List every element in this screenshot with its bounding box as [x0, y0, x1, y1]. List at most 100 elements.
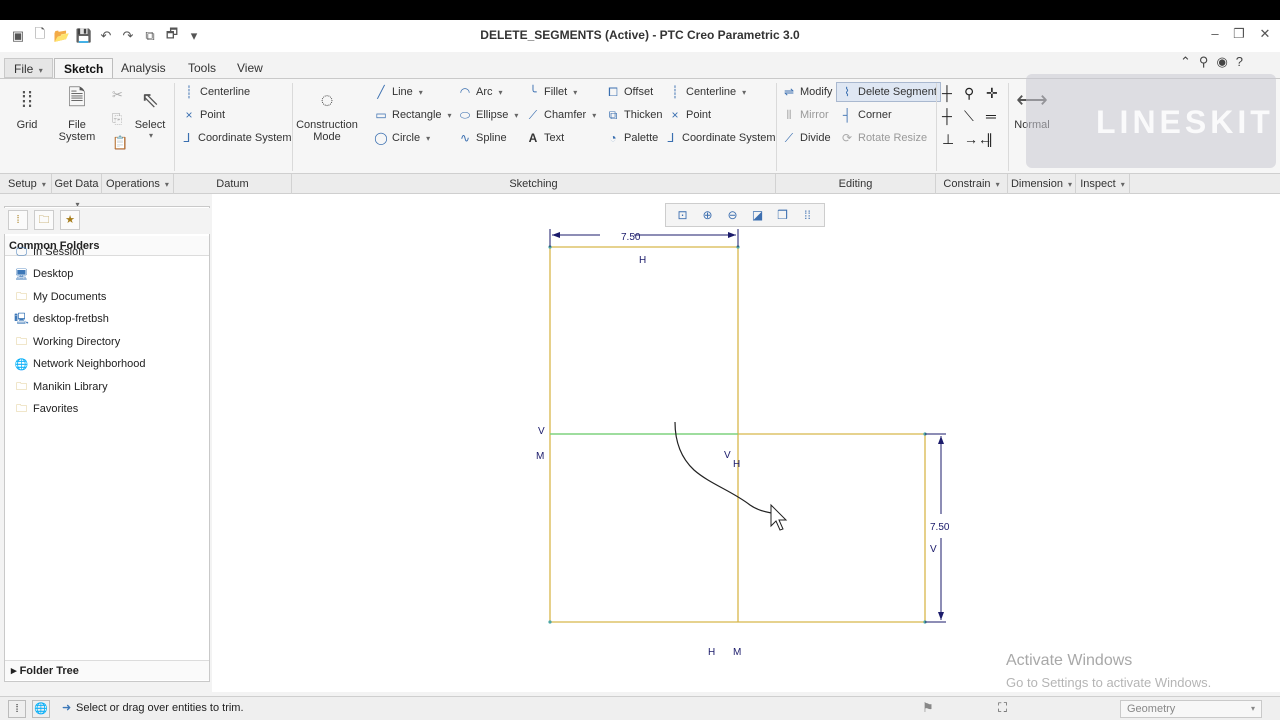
- constraint-horizontal[interactable]: H: [733, 459, 740, 470]
- vertical-constraint-icon[interactable]: ┼: [942, 85, 952, 101]
- constraint-vertical[interactable]: V: [930, 544, 937, 555]
- folder-working-directory[interactable]: 🗀 Working Directory: [14, 333, 120, 351]
- folder-browser-tab-icon[interactable]: 🗀: [34, 210, 54, 230]
- offset-button[interactable]: ⧠ Offset: [606, 85, 653, 99]
- perpendicular-constraint-icon[interactable]: ⊥: [942, 131, 954, 148]
- datum-centerline-button[interactable]: ┊ Centerline: [182, 85, 250, 99]
- grid-button[interactable]: ⁞⁞ Grid: [6, 85, 48, 131]
- collapse-ribbon-icon[interactable]: ⌃: [1180, 54, 1191, 70]
- modify-button[interactable]: ⇌ Modify: [782, 85, 832, 99]
- line-button[interactable]: ╱ Line ▾: [374, 85, 422, 99]
- group-setup[interactable]: Setup ▾: [0, 174, 52, 194]
- rectangle-icon: ▭: [375, 108, 387, 122]
- paste-icon[interactable]: 📋: [112, 135, 128, 151]
- sketch-centerline-button[interactable]: ┊ Centerline ▾: [668, 85, 746, 99]
- delete-segment-button[interactable]: ⌇ Delete Segment: [836, 82, 941, 102]
- status-bar: ⁞ 🌐 ➜ Select or drag over entities to tr…: [0, 696, 1280, 720]
- horizontal-constraint-icon[interactable]: ┼: [942, 108, 952, 124]
- tab-view[interactable]: View: [228, 58, 272, 78]
- minimize-icon[interactable]: –: [1206, 26, 1224, 44]
- construction-mode-button[interactable]: ◌ Construction Mode: [296, 85, 358, 143]
- parallel-constraint-icon[interactable]: ∥: [986, 131, 993, 148]
- group-inspect[interactable]: Inspect ▾: [1076, 174, 1130, 194]
- arc-button[interactable]: ◠ Arc ▾: [458, 85, 503, 99]
- folder-favorites[interactable]: 🗀 Favorites: [14, 400, 78, 418]
- folder-tree-toggle[interactable]: ▸ Folder Tree: [5, 660, 209, 680]
- sketch-graphics[interactable]: 7.50 7.50 H V M V H V H M: [212, 194, 1280, 692]
- folder-network-neighborhood[interactable]: 🌐 Network Neighborhood: [14, 355, 146, 373]
- window-title: DELETE_SEGMENTS (Active) - PTC Creo Para…: [480, 28, 800, 42]
- datum-point-button[interactable]: × Point: [182, 108, 225, 122]
- folder-in-session[interactable]: 🖵 In Session: [14, 243, 84, 261]
- tab-tools[interactable]: Tools: [179, 58, 225, 78]
- spline-icon: ∿: [459, 131, 471, 145]
- folder-desktop[interactable]: 🖥 Desktop: [14, 265, 74, 283]
- sketch-point-button[interactable]: × Point: [668, 108, 711, 122]
- restore-icon[interactable]: ❐: [1230, 26, 1248, 44]
- rectangle-button[interactable]: ▭ Rectangle ▾: [374, 108, 451, 122]
- select-button[interactable]: ⇖ Select ▾: [132, 85, 168, 140]
- constraint-vertical[interactable]: V: [724, 450, 731, 461]
- mirror-button[interactable]: ⫴ Mirror: [782, 108, 828, 122]
- zoom-in-icon[interactable]: ⊕: [697, 206, 718, 224]
- dimension-value-top[interactable]: 7.50: [621, 232, 641, 243]
- datum-coordinate-system-button[interactable]: ⅃ Coordinate System: [180, 131, 292, 145]
- selection-filter-select[interactable]: Geometry ▾: [1120, 700, 1262, 718]
- select-dropdown-icon[interactable]: ▾: [134, 131, 168, 140]
- tab-file[interactable]: File ▾: [4, 58, 53, 78]
- zoom-out-icon[interactable]: ⊖: [722, 206, 743, 224]
- cut-icon[interactable]: ✂: [112, 87, 123, 103]
- favorites-tab-icon[interactable]: ★: [60, 210, 80, 230]
- community-icon[interactable]: ◉: [1216, 54, 1227, 70]
- divide-button[interactable]: ⟋ Divide: [782, 131, 831, 145]
- point-icon: ×: [185, 108, 193, 122]
- spline-button[interactable]: ∿ Spline: [458, 131, 507, 145]
- tab-analysis[interactable]: Analysis: [112, 58, 175, 78]
- fillet-button[interactable]: ╰ Fillet ▾: [526, 85, 577, 99]
- palette-button[interactable]: ◔ Palette: [606, 131, 658, 145]
- chamfer-button[interactable]: ⟋ Chamfer ▾: [526, 108, 596, 122]
- group-operations[interactable]: Operations ▾: [102, 174, 174, 194]
- folder-manikin-library[interactable]: 🗀 Manikin Library: [14, 378, 108, 396]
- sketch-canvas[interactable]: 7.50 7.50 H V M V H V H M: [212, 194, 1280, 692]
- constraint-vertical[interactable]: V: [538, 426, 545, 437]
- dimension-value-right[interactable]: 7.50: [930, 522, 950, 533]
- group-dimension[interactable]: Dimension ▾: [1008, 174, 1076, 194]
- corner-button[interactable]: ┤ Corner: [840, 108, 892, 122]
- tab-sketch[interactable]: Sketch: [54, 58, 114, 78]
- repaint-icon[interactable]: ◪: [747, 206, 768, 224]
- text-button[interactable]: A Text: [526, 131, 565, 145]
- dimension-arrow-icon: [938, 436, 944, 444]
- sketcher-display-icon[interactable]: ⁞⁞: [797, 206, 818, 224]
- thicken-button[interactable]: ⧉ Thicken: [606, 108, 663, 122]
- coincident-constraint-icon[interactable]: ⟍: [964, 108, 974, 125]
- constraint-horizontal[interactable]: H: [639, 255, 646, 266]
- display-style-icon[interactable]: ❒: [772, 206, 793, 224]
- folder-desktop-fretbsh[interactable]: 🖳 desktop-fretbsh: [14, 310, 109, 328]
- constraint-horizontal[interactable]: H: [708, 647, 715, 658]
- file-system-button[interactable]: 🗎 File System: [56, 85, 98, 143]
- search-icon[interactable]: ⚲: [1199, 54, 1209, 70]
- flag-icon[interactable]: ⚑: [922, 700, 934, 716]
- circle-button[interactable]: ◯ Circle ▾: [374, 131, 430, 145]
- group-get-data[interactable]: Get Data ▾: [52, 174, 102, 209]
- rotate-resize-button[interactable]: ⟳ Rotate Resize: [840, 131, 927, 145]
- refit-icon[interactable]: ⊡: [672, 206, 693, 224]
- folder-my-documents[interactable]: 🗀 My Documents: [14, 288, 106, 306]
- show-browser-icon[interactable]: 🌐: [32, 700, 50, 718]
- midpoint-constraint-icon[interactable]: ✛: [986, 85, 998, 102]
- constraint-midpoint[interactable]: M: [536, 451, 544, 462]
- copy-icon[interactable]: ⎘: [112, 111, 122, 127]
- group-constrain[interactable]: Constrain ▾: [936, 174, 1008, 194]
- model-tree-tab-icon[interactable]: ⁞: [8, 210, 28, 230]
- constraint-midpoint[interactable]: M: [733, 647, 741, 658]
- sketch-coordinate-system-button[interactable]: ⅃ Coordinate System: [664, 131, 776, 145]
- close-icon[interactable]: ✕: [1256, 26, 1274, 44]
- equal-constraint-icon[interactable]: ═: [986, 108, 996, 124]
- show-navigator-icon[interactable]: ⁞: [8, 700, 26, 718]
- ellipse-button[interactable]: ⬭ Ellipse ▾: [458, 108, 519, 122]
- library-icon: 🗀: [16, 380, 27, 393]
- tangent-constraint-icon[interactable]: ⚲: [964, 85, 974, 102]
- find-icon[interactable]: ⛶: [998, 700, 1007, 716]
- help-icon[interactable]: ?: [1236, 54, 1243, 70]
